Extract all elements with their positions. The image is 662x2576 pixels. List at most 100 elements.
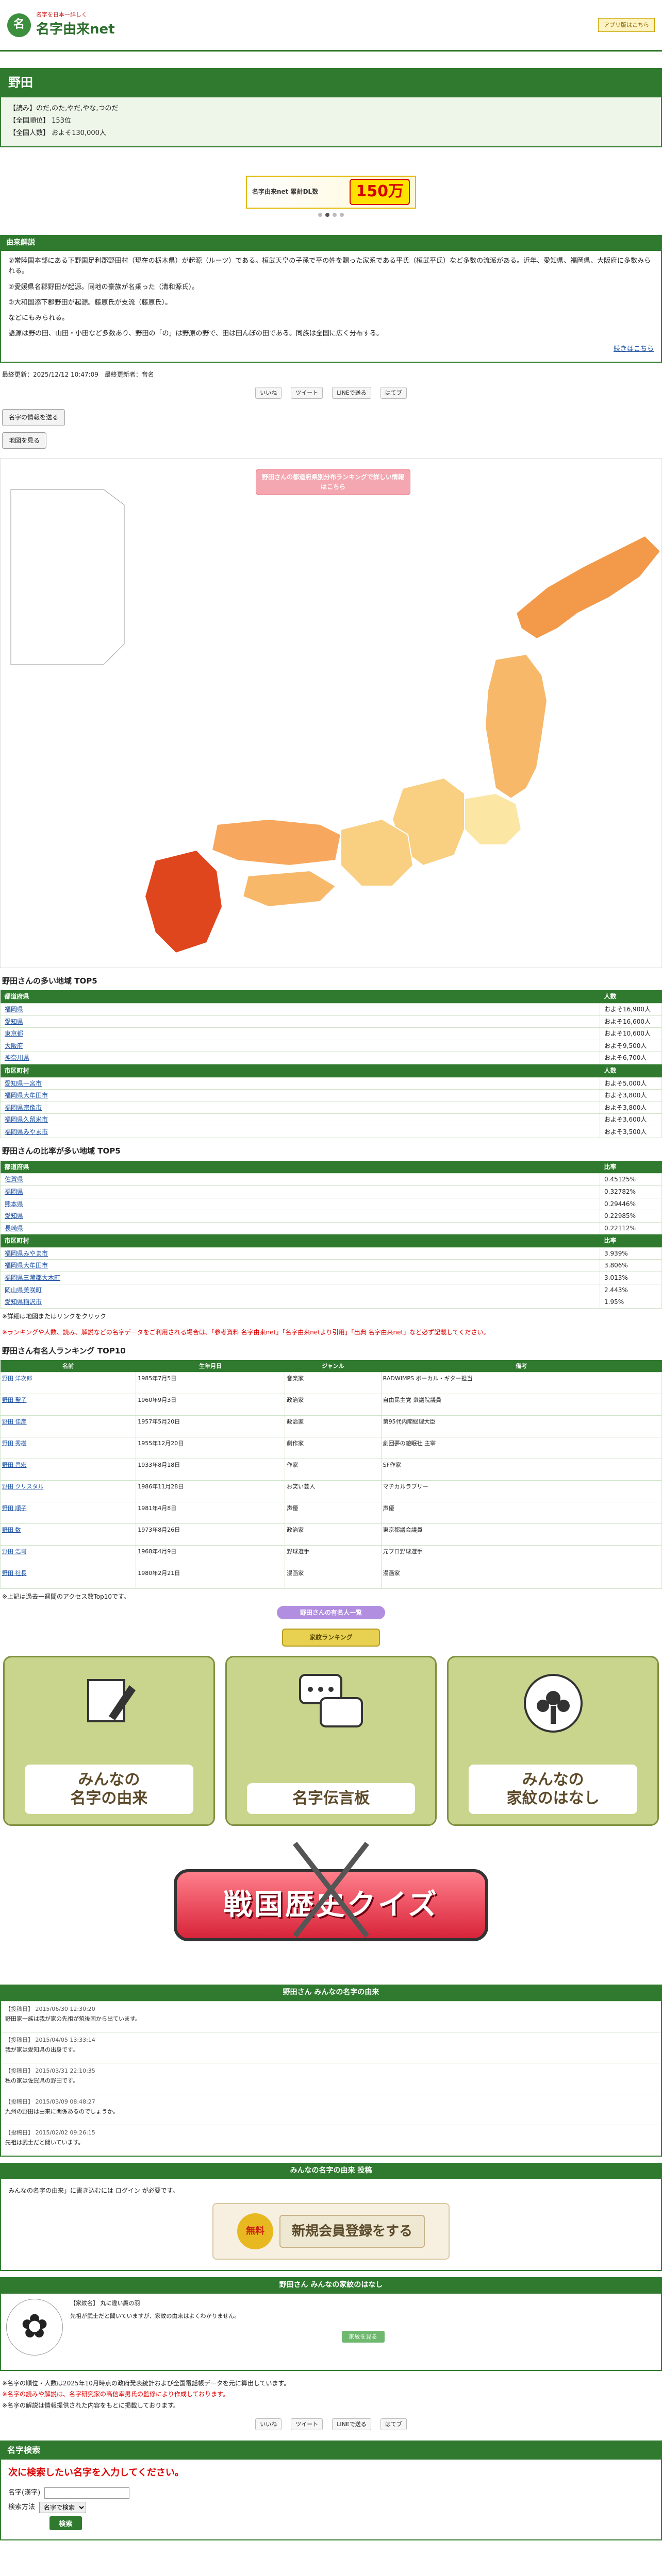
- carousel-dot[interactable]: [340, 212, 344, 217]
- swords-icon: [293, 1841, 369, 1938]
- share-buttons-bottom: いいね ツイート LINEで送る はてブ: [0, 2418, 662, 2431]
- map-ranking-button[interactable]: 野田さんの都道府県別分布ランキングで詳しい情報はこちら: [256, 469, 410, 496]
- kamon-ranking-button[interactable]: 家紋ランキング: [282, 1629, 380, 1647]
- city-link[interactable]: 愛知県一宮市: [5, 1080, 42, 1087]
- pref-link[interactable]: 東京都: [5, 1030, 23, 1037]
- note-cell: 第95代内閣総理大臣: [380, 1415, 662, 1438]
- search-section: 名字検索 次に検索したい名字を入力してください。 名字(漢字) 検索方法 名字で検…: [0, 2441, 662, 2541]
- person-link[interactable]: 野田 洋次郎: [2, 1375, 32, 1382]
- pref-link[interactable]: 佐賀県: [5, 1176, 23, 1183]
- logo-title: 名字由来net: [36, 21, 115, 37]
- city-link[interactable]: 岡山県美咲町: [5, 1286, 42, 1294]
- carousel-dot[interactable]: [325, 212, 329, 217]
- pref-link[interactable]: 長崎県: [5, 1225, 23, 1232]
- famous-list-button[interactable]: 野田さんの有名人一覧: [277, 1605, 385, 1620]
- person-link[interactable]: 野田 順子: [2, 1505, 27, 1512]
- person-link[interactable]: 野田 秀樹: [2, 1440, 27, 1447]
- ad-banner[interactable]: 名字由来net 累計DL数 150万: [246, 175, 416, 209]
- app-badge[interactable]: アプリ版はこちら: [598, 18, 655, 32]
- birth-cell: 1981年4月8日: [136, 1502, 286, 1524]
- footer-notes: ※名字の順位・人数は2025年10月時点の政府発表統計および全国電話帳データを元…: [2, 2378, 660, 2412]
- person-link[interactable]: 野田 聖子: [2, 1397, 27, 1403]
- tile-origin[interactable]: みんなの 名字の由来: [3, 1655, 215, 1826]
- share-hatena-button[interactable]: はてブ: [380, 2418, 407, 2431]
- name-input[interactable]: [44, 2487, 130, 2499]
- national-count: 【全国人数】 およそ130,000人: [9, 129, 106, 138]
- japan-map[interactable]: [1, 459, 661, 968]
- birth-cell: 1973年8月26日: [136, 1523, 286, 1546]
- pref-link[interactable]: 熊本県: [5, 1200, 23, 1208]
- quiz-banner[interactable]: 戦国歴史クイズ: [0, 1838, 662, 1972]
- post-date: 【投稿日】 2015/03/31 22:10:35: [5, 2067, 95, 2074]
- logo-icon: 名: [7, 13, 31, 37]
- surname-info: 【読み】のだ,のた,やだ,やな,つのだ 【全国順位】 153位 【全国人数】 お…: [0, 97, 662, 147]
- col-header: 備考: [381, 1360, 662, 1372]
- share-line-button[interactable]: LINEで送る: [332, 2418, 371, 2431]
- city-link[interactable]: 福岡県久留米市: [5, 1116, 48, 1123]
- map-shikoku: [242, 870, 337, 908]
- list-item: 【投稿日】 2015/06/30 12:30:20 野田家一族は我が家の先祖が筑後…: [1, 2001, 661, 2032]
- post-date: 【投稿日】 2015/02/02 09:26:15: [5, 2129, 95, 2136]
- person-link[interactable]: 野田 クリスタル: [2, 1483, 44, 1490]
- share-tweet-button[interactable]: ツイート: [291, 386, 323, 399]
- city-link[interactable]: 福岡県三瀦郡大木町: [5, 1274, 60, 1281]
- pref-link[interactable]: 神奈川県: [5, 1054, 29, 1061]
- pref-link[interactable]: 愛知県: [5, 1212, 23, 1219]
- city-link[interactable]: 福岡県みやま市: [5, 1128, 48, 1136]
- person-link[interactable]: 野田 佳彦: [2, 1418, 27, 1425]
- city-link[interactable]: 福岡県大牟田市: [5, 1092, 48, 1099]
- send-info-button[interactable]: 名字の情報を送る: [2, 409, 65, 426]
- col-header: 生年月日: [136, 1360, 285, 1372]
- reg-text: みんなの名字の由来」に書き込むには ログイン が必要です。: [8, 2187, 179, 2195]
- tile-board[interactable]: 名字伝言板: [225, 1655, 437, 1826]
- reg-title: みんなの名字の由来 投稿: [0, 2162, 662, 2179]
- kamon-view-button[interactable]: 家紋を見る: [341, 2330, 385, 2343]
- count-cell: およそ3,600人: [600, 1113, 662, 1126]
- count-cell: およそ5,000人: [600, 1077, 662, 1090]
- note-cell: マヂカルラブリー: [380, 1480, 662, 1503]
- note-cell: RADWIMPS ボーカル・ギター担当: [380, 1372, 662, 1395]
- city-link[interactable]: 福岡県大牟田市: [5, 1262, 48, 1269]
- carousel-dot[interactable]: [318, 212, 322, 217]
- person-link[interactable]: 野田 浩司: [2, 1548, 27, 1555]
- free-badge: 無料: [237, 2213, 273, 2249]
- tile-kamon[interactable]: みんなの 家紋のはなし: [447, 1655, 659, 1826]
- genre-cell: 劇作家: [285, 1437, 382, 1460]
- city-link[interactable]: 福岡県宗像市: [5, 1104, 42, 1111]
- count-cell: およそ10,600人: [600, 1027, 662, 1040]
- post-text: 私の家は佐賀県の野田です。: [5, 2077, 78, 2084]
- count-cell: およそ3,800人: [600, 1089, 662, 1102]
- pref-link[interactable]: 福岡県: [5, 1188, 23, 1195]
- city-link[interactable]: 福岡県みやま市: [5, 1250, 48, 1257]
- search-button[interactable]: 検索: [49, 2516, 82, 2531]
- table-row: 野田 浩司 1968年4月9日 野球選手 元プロ野球選手: [0, 1545, 662, 1568]
- ratio-cell: 3.939%: [600, 1247, 662, 1260]
- view-map-button[interactable]: 地図を見る: [2, 432, 47, 449]
- col-header: ジャンル: [285, 1360, 382, 1372]
- ad-carousel: 名字由来net 累計DL数 150万: [0, 168, 662, 225]
- city-link[interactable]: 愛知県稲沢市: [5, 1298, 42, 1306]
- person-link[interactable]: 野田 社長: [2, 1570, 27, 1577]
- famous-table: 名前 生年月日 ジャンル 備考 野田 洋次郎 1985年7月5日 音楽家 RADWIM…: [0, 1360, 662, 1589]
- distribution-map: 野田さんの都道府県別分布ランキングで詳しい情報はこちら: [0, 458, 662, 969]
- method-select[interactable]: 名字で検索: [39, 2502, 87, 2514]
- pref-link[interactable]: 大阪府: [5, 1042, 23, 1049]
- kamon-image[interactable]: ✿: [6, 2298, 63, 2355]
- share-line-button[interactable]: LINEで送る: [332, 386, 371, 399]
- col-header: 名前: [0, 1360, 136, 1372]
- count-cell: およそ9,500人: [600, 1039, 662, 1053]
- share-like-button[interactable]: いいね: [255, 2418, 282, 2431]
- col-header: 都道府県: [0, 990, 600, 1004]
- site-logo[interactable]: 名 名字を日本一詳しく 名字由来net: [7, 10, 115, 40]
- share-tweet-button[interactable]: ツイート: [291, 2418, 323, 2431]
- share-hatena-button[interactable]: はてブ: [380, 386, 407, 399]
- person-link[interactable]: 野田 数: [2, 1527, 21, 1533]
- pref-link[interactable]: 愛知県: [5, 1018, 23, 1025]
- carousel-dot[interactable]: [333, 212, 337, 217]
- pref-link[interactable]: 福岡県: [5, 1006, 23, 1013]
- reading: 【読み】のだ,のた,やだ,やな,つのだ: [9, 105, 119, 113]
- person-link[interactable]: 野田 昌宏: [2, 1462, 27, 1468]
- share-like-button[interactable]: いいね: [255, 386, 282, 399]
- register-button[interactable]: 無料 新規会員登録をする: [212, 2202, 450, 2260]
- origin-more-link[interactable]: 続きはこちら: [614, 345, 654, 353]
